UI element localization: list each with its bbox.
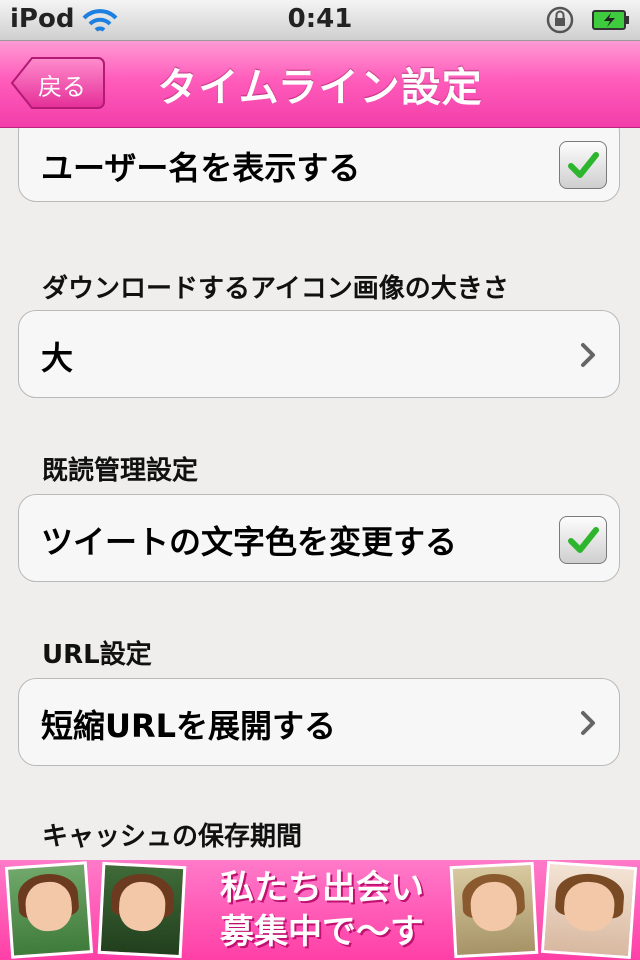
banner-photo-face [24, 880, 74, 933]
banner-photo-face [562, 880, 617, 933]
banner-ad-text: 私たち出会い 募集中で～す [196, 866, 448, 954]
banner-photo [97, 861, 187, 959]
back-button[interactable]: 戻る [10, 55, 106, 111]
icon-size-value: 大 [41, 339, 74, 377]
rotation-lock-icon [546, 6, 574, 34]
banner-line-1: 私たち出会い [220, 868, 424, 908]
banner-photo [4, 861, 94, 959]
expand-url-row[interactable]: 短縮URLを展開する [18, 678, 620, 766]
checkmark-icon [568, 152, 599, 178]
settings-list: ユーザー名を表示する ダウンロードするアイコン画像の大きさ 大 既読管理設定 ツ… [0, 128, 640, 860]
banner-photo [449, 861, 539, 959]
banner-photo-face [117, 881, 167, 932]
cache-section-header: キャッシュの保存期間 [42, 822, 303, 852]
banner-photo-face [469, 881, 519, 932]
show-username-checkbox[interactable] [559, 141, 607, 189]
banner-line-2: 募集中で～す [220, 912, 424, 952]
show-username-row[interactable]: ユーザー名を表示する [18, 128, 620, 202]
chevron-right-icon [581, 343, 595, 367]
battery-icon [592, 10, 629, 30]
tweet-color-row[interactable]: ツイートの文字色を変更する [18, 494, 620, 582]
icon-size-section-header: ダウンロードするアイコン画像の大きさ [42, 274, 509, 304]
status-bar: iPod 0:41 [0, 0, 640, 41]
tweet-color-checkbox[interactable] [559, 516, 607, 564]
expand-url-label: 短縮URLを展開する [41, 707, 337, 745]
navigation-bar: 戻る タイムライン設定 [0, 41, 640, 128]
icon-size-row[interactable]: 大 [18, 310, 620, 398]
show-username-label: ユーザー名を表示する [41, 149, 361, 187]
read-management-section-header: 既読管理設定 [42, 456, 199, 486]
banner-ad[interactable]: 私たち出会い 募集中で～す [0, 860, 640, 960]
chevron-right-icon [581, 711, 595, 735]
tweet-color-label: ツイートの文字色を変更する [41, 523, 458, 561]
back-button-label: 戻る [38, 73, 86, 101]
checkmark-icon [568, 527, 599, 553]
banner-photo [540, 860, 638, 960]
page-title: タイムライン設定 [157, 65, 483, 111]
url-section-header: URL設定 [42, 640, 152, 670]
